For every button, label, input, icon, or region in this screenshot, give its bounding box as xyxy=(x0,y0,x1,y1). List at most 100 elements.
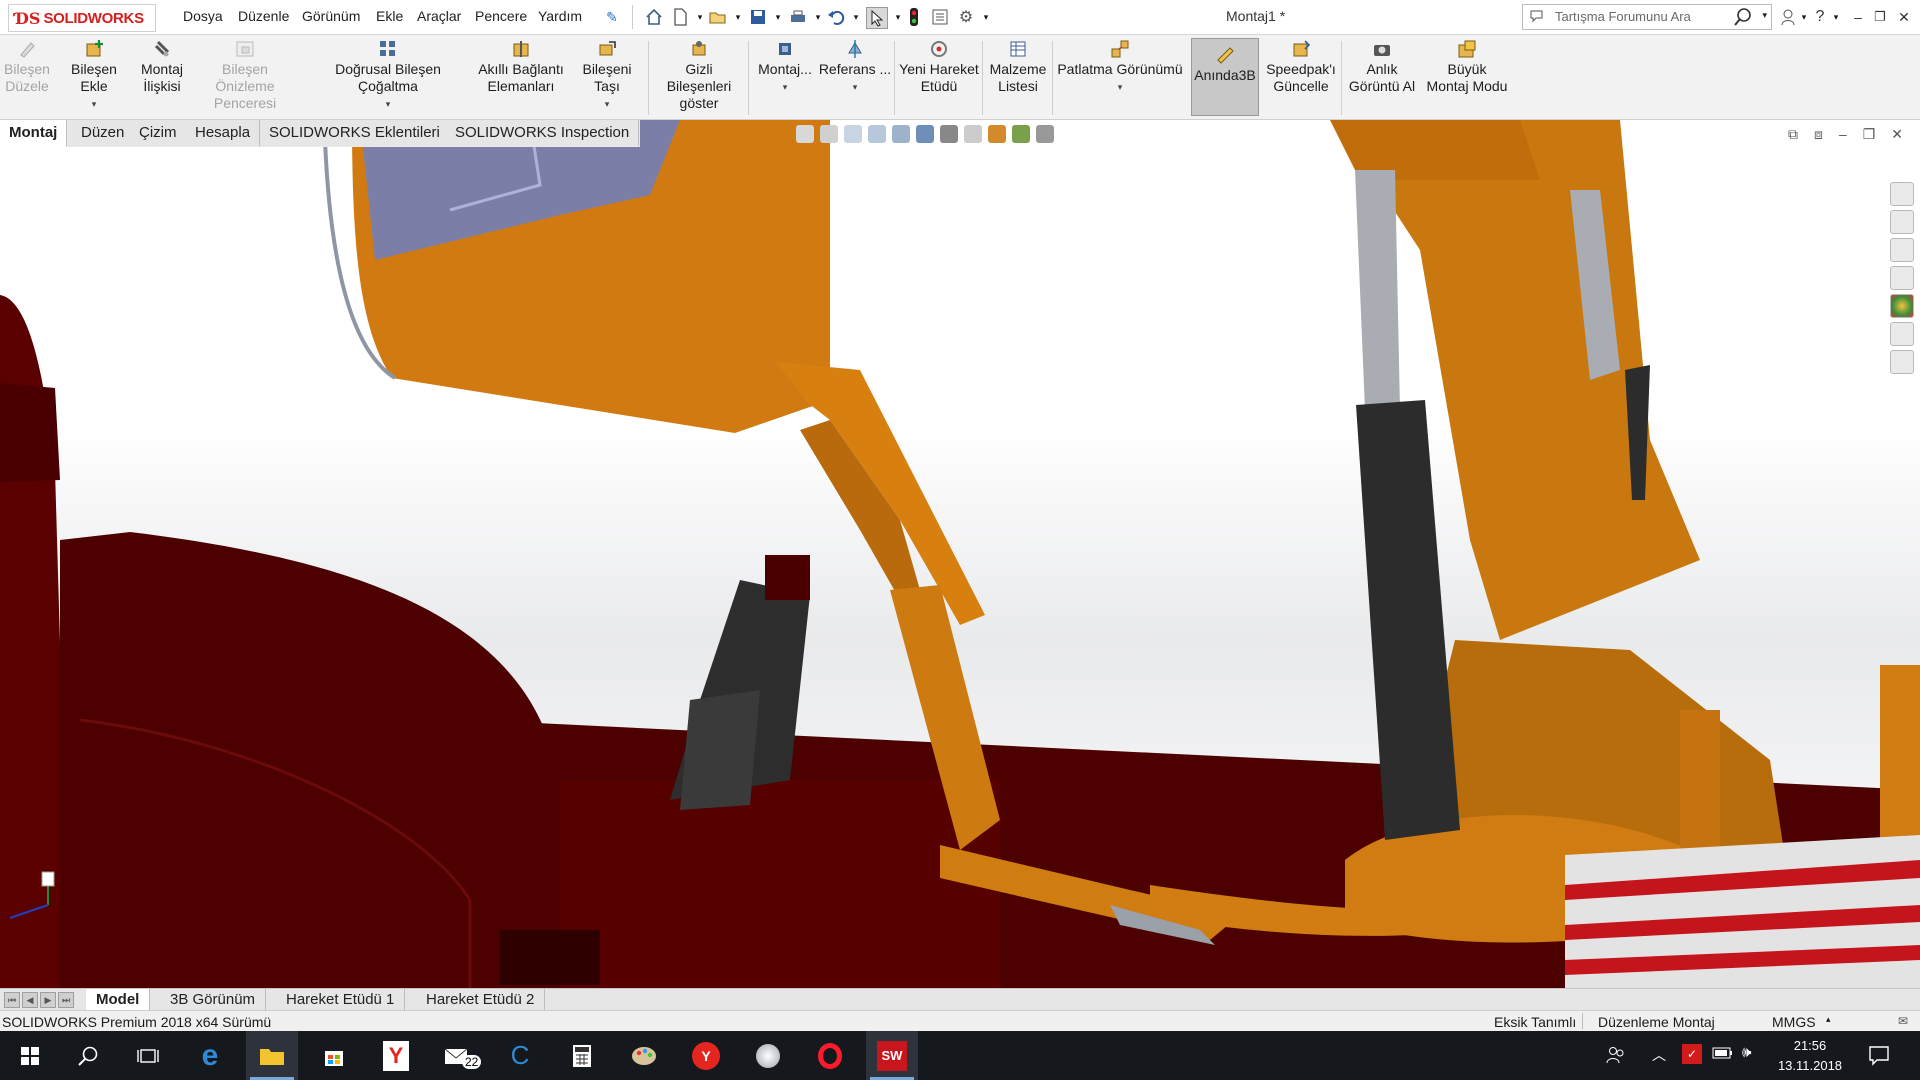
antivirus-tray-icon[interactable]: ✓ xyxy=(1682,1044,1702,1064)
select-cursor-icon[interactable] xyxy=(866,7,888,29)
battery-icon[interactable] xyxy=(1712,1046,1734,1063)
menu-edit[interactable]: Düzenle xyxy=(238,8,289,24)
print-icon[interactable] xyxy=(788,7,808,27)
tab-motion-study-2[interactable]: Hareket Etüdü 2 xyxy=(416,989,546,1011)
assembly-3d-scene[interactable] xyxy=(0,120,1920,988)
options-gear-icon[interactable]: ⚙ xyxy=(956,7,976,27)
custom-properties-icon[interactable] xyxy=(1890,322,1914,346)
tab-3d-view[interactable]: 3B Görünüm xyxy=(160,989,267,1011)
large-assembly-mode-button[interactable]: Büyük Montaj Modu xyxy=(1422,39,1512,95)
sync-app-icon[interactable]: C xyxy=(494,1031,546,1080)
search-box[interactable]: Tartışma Forumunu Ara ▾ xyxy=(1522,4,1772,30)
paint-icon[interactable] xyxy=(618,1031,670,1080)
take-snapshot-button[interactable]: Anlık Görüntü Al xyxy=(1344,39,1420,95)
menu-help[interactable]: Yardım xyxy=(538,8,582,24)
linear-component-pattern-button[interactable]: Doğrusal Bileşen Çoğaltma ▾ xyxy=(304,39,472,113)
last-tab-icon[interactable]: ⏭ xyxy=(58,992,74,1008)
chevron-down-icon[interactable]: ▾ xyxy=(1762,10,1767,21)
bill-of-materials-button[interactable]: Malzeme Listesi xyxy=(986,39,1050,95)
task-view-icon[interactable] xyxy=(122,1031,174,1080)
exploded-view-button[interactable]: Patlatma Görünümü ▾ xyxy=(1056,39,1184,96)
chevron-up-icon[interactable]: ▴ xyxy=(1826,1014,1831,1025)
menu-insert[interactable]: Ekle xyxy=(376,8,403,24)
section-view-icon[interactable] xyxy=(868,125,886,143)
units-selector[interactable]: MMGS xyxy=(1772,1014,1816,1030)
tab-model[interactable]: Model xyxy=(86,989,151,1011)
chevron-down-icon[interactable]: ▾ xyxy=(56,96,132,113)
minimize-icon[interactable]: – xyxy=(1848,7,1868,27)
move-component-button[interactable]: Bileşeni Taşı ▾ xyxy=(568,39,646,113)
appearances-icon[interactable] xyxy=(1890,294,1914,318)
new-motion-study-button[interactable]: Yeni Hareket Etüdü xyxy=(898,39,980,95)
view-orientation-icon[interactable] xyxy=(916,125,934,143)
display-style-icon[interactable] xyxy=(940,125,958,143)
volume-icon[interactable]: 🕪 xyxy=(1742,1044,1751,1061)
tab-inspection[interactable]: SOLIDWORKS Inspection xyxy=(446,120,640,146)
opera-icon[interactable] xyxy=(804,1031,856,1080)
chevron-down-icon[interactable]: ▾ xyxy=(728,7,748,27)
hide-show-items-icon[interactable] xyxy=(964,125,982,143)
tab-layout[interactable]: Düzen xyxy=(72,120,135,146)
tile-icon[interactable]: ⧉ xyxy=(1788,126,1798,143)
close-icon[interactable]: ✕ xyxy=(1894,7,1914,27)
apply-scene-icon[interactable] xyxy=(1012,125,1030,143)
solidworks-resources-icon[interactable] xyxy=(1890,182,1914,206)
chevron-down-icon[interactable]: ▾ xyxy=(304,96,472,113)
undo-icon[interactable] xyxy=(826,7,846,27)
tooltip-icon[interactable]: ✉ xyxy=(1898,1014,1908,1028)
menu-file[interactable]: Dosya xyxy=(183,8,223,24)
tab-sketch[interactable]: Çizim xyxy=(130,120,187,146)
save-icon[interactable] xyxy=(748,7,768,27)
reference-geometry-button[interactable]: Referans ... ▾ xyxy=(818,39,892,96)
prev-tab-icon[interactable]: ◀ xyxy=(22,992,38,1008)
smart-fasteners-button[interactable]: Akıllı Bağlantı Elemanları xyxy=(476,39,566,95)
chevron-down-icon[interactable]: ▾ xyxy=(568,96,646,113)
file-properties-icon[interactable] xyxy=(930,7,950,27)
first-tab-icon[interactable]: ⏮ xyxy=(4,992,20,1008)
search-input[interactable]: Tartışma Forumunu Ara xyxy=(1555,9,1691,24)
cascade-icon[interactable]: ⧈ xyxy=(1814,126,1823,143)
chevron-down-icon[interactable]: ▾ xyxy=(1056,79,1184,96)
new-document-icon[interactable] xyxy=(670,7,690,27)
dynamic-annotation-icon[interactable] xyxy=(892,125,910,143)
chevron-down-icon[interactable]: ▾ xyxy=(690,7,710,27)
instant3d-button[interactable]: Anında3B xyxy=(1191,38,1259,116)
yandex-browser-icon[interactable]: Y xyxy=(680,1031,732,1080)
rebuild-traffic-light-icon[interactable] xyxy=(904,7,924,27)
chevron-down-icon[interactable]: ▾ xyxy=(1826,7,1846,27)
assembly-features-button[interactable]: Montaj... ▾ xyxy=(754,39,816,96)
file-explorer-icon[interactable] xyxy=(1890,238,1914,262)
tab-motion-study-1[interactable]: Hareket Etüdü 1 xyxy=(276,989,406,1011)
calculator-icon[interactable] xyxy=(556,1031,608,1080)
chevron-down-icon[interactable]: ▾ xyxy=(976,7,996,27)
graphics-area[interactable] xyxy=(0,120,1920,988)
vpn-app-icon[interactable] xyxy=(742,1031,794,1080)
chevron-up-icon[interactable]: ︿ xyxy=(1652,1045,1666,1065)
restore-icon[interactable]: ❐ xyxy=(1870,7,1890,27)
zoom-area-icon[interactable] xyxy=(820,125,838,143)
edge-browser-icon[interactable]: e xyxy=(184,1031,236,1080)
update-speedpak-button[interactable]: Speedpak'ı Güncelle xyxy=(1264,39,1338,95)
tab-evaluate[interactable]: Hesapla xyxy=(186,120,261,146)
menu-view[interactable]: Görünüm xyxy=(302,8,360,24)
home-icon[interactable] xyxy=(644,7,664,27)
chevron-down-icon[interactable]: ▾ xyxy=(768,7,788,27)
file-explorer-icon[interactable] xyxy=(246,1031,298,1080)
start-button[interactable] xyxy=(4,1031,56,1080)
show-hidden-components-button[interactable]: Gizli Bileşenleri göster xyxy=(652,39,746,112)
zoom-to-fit-icon[interactable] xyxy=(796,125,814,143)
next-tab-icon[interactable]: ▶ xyxy=(40,992,56,1008)
open-folder-icon[interactable] xyxy=(708,7,728,27)
design-library-icon[interactable] xyxy=(1890,210,1914,234)
tab-addins[interactable]: SOLIDWORKS Eklentileri xyxy=(260,120,450,146)
edit-appearance-icon[interactable] xyxy=(988,125,1006,143)
tab-assembly[interactable]: Montaj xyxy=(0,120,68,147)
solidworks-taskbar-icon[interactable]: SW xyxy=(866,1031,918,1080)
pin-icon[interactable]: ✎ xyxy=(602,7,622,27)
menu-tools[interactable]: Araçlar xyxy=(417,8,461,24)
chevron-down-icon[interactable]: ▾ xyxy=(818,79,892,96)
edit-component-button[interactable]: Bileşen Düzele xyxy=(4,39,50,95)
view-palette-icon[interactable] xyxy=(1890,266,1914,290)
component-preview-window-button[interactable]: Bileşen Önizleme Penceresi xyxy=(192,39,298,112)
forum-icon[interactable] xyxy=(1890,350,1914,374)
